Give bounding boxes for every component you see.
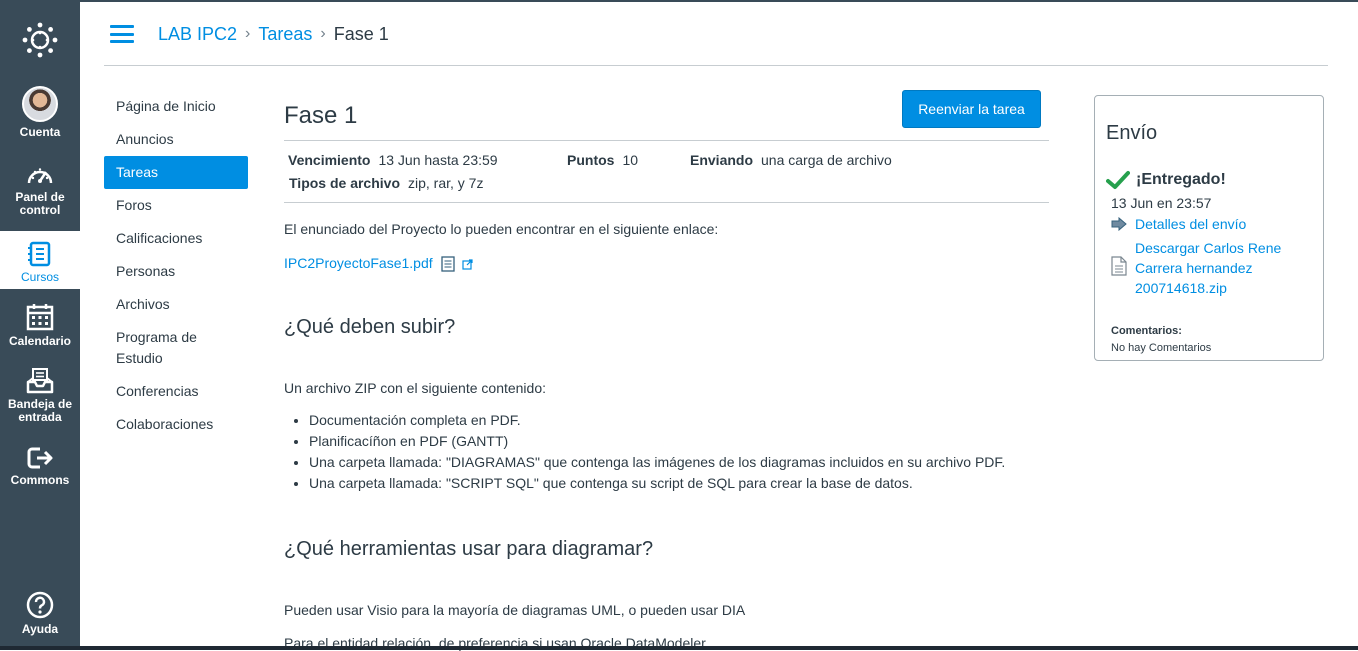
section-heading-upload: ¿Qué deben subir? <box>284 316 456 338</box>
course-nav: Página de Inicio Anuncios Tareas Foros C… <box>104 90 248 441</box>
avatar <box>22 86 58 122</box>
nav-calendar[interactable]: Calendario <box>0 303 80 349</box>
list-item: Planificacíñon en PDF (GANTT) <box>309 431 1005 452</box>
submitting-label: Enviando <box>690 152 754 168</box>
course-nav-collaborations[interactable]: Colaboraciones <box>104 408 248 441</box>
breadcrumb-current: Fase 1 <box>333 23 389 44</box>
file-types-value: zip, rar, y 7z <box>408 175 484 191</box>
breadcrumb-assignments-link[interactable]: Tareas <box>258 24 312 45</box>
list-item: Una carpeta llamada: "SCRIPT SQL" que co… <box>309 473 1005 494</box>
arrow-right-icon <box>1111 217 1127 231</box>
download-row: Descargar Carlos Rene Carrera hernandez … <box>1111 238 1295 298</box>
course-nav-discussions[interactable]: Foros <box>104 189 248 222</box>
section-heading-tools: ¿Qué herramientas usar para diagramar? <box>284 538 654 560</box>
bottom-border <box>0 646 1358 650</box>
course-nav-grades[interactable]: Calificaciones <box>104 222 248 255</box>
hamburger-menu-icon[interactable] <box>110 25 134 43</box>
dashboard-icon <box>27 168 53 184</box>
tools-text-uml: Pueden usar Visio para la mayoría de dia… <box>284 602 746 618</box>
submission-details-link[interactable]: Detalles del envío <box>1135 216 1246 232</box>
global-nav: Cuenta Panel de control Cursos Calendari… <box>0 0 80 650</box>
file-link[interactable]: IPC2ProyectoFase1.pdf <box>284 255 433 271</box>
points: Puntos 10 <box>567 152 638 168</box>
nav-commons-label: Commons <box>10 473 70 487</box>
nav-account[interactable]: Cuenta <box>0 86 80 144</box>
file-types: Tipos de archivo zip, rar, y 7z <box>289 175 483 191</box>
due-date: Vencimiento 13 Jun hasta 23:59 <box>288 152 498 168</box>
nav-inbox-label: Bandeja de entrada <box>7 397 73 424</box>
submission-title: Envío <box>1106 122 1158 144</box>
calendar-icon <box>26 304 54 331</box>
nav-commons[interactable]: Commons <box>0 446 80 488</box>
external-link-icon[interactable] <box>462 259 474 270</box>
due-value: 13 Jun hasta 23:59 <box>378 152 498 168</box>
top-border <box>0 0 1358 2</box>
submitting: Enviando una carga de archivo <box>690 152 892 168</box>
resubmit-button[interactable]: Reenviar la tarea <box>902 90 1041 128</box>
comments-label: Comentarios: <box>1111 325 1182 337</box>
course-nav-home[interactable]: Página de Inicio <box>104 90 248 123</box>
breadcrumb-separator: › <box>245 25 251 42</box>
nav-help-label: Ayuda <box>21 622 59 636</box>
contents-list: Documentación completa en PDF. Planifica… <box>309 410 1005 494</box>
preview-document-icon[interactable] <box>440 256 455 272</box>
document-icon <box>1111 256 1127 276</box>
nav-calendar-label: Calendario <box>8 334 71 348</box>
canvas-logo[interactable] <box>0 22 80 62</box>
help-icon <box>26 591 54 619</box>
intro-text: El enunciado del Proyecto lo pueden enco… <box>284 221 719 237</box>
course-nav-people[interactable]: Personas <box>104 255 248 288</box>
course-nav-files[interactable]: Archivos <box>104 288 248 321</box>
breadcrumb: LAB IPC2 › Tareas › Fase 1 <box>110 20 389 48</box>
course-nav-assignments[interactable]: Tareas <box>104 156 248 189</box>
nav-dashboard-label: Panel de control <box>15 190 65 217</box>
assignment-details: Vencimiento 13 Jun hasta 23:59 Puntos 10 E… <box>284 140 1049 203</box>
commons-icon <box>27 447 53 469</box>
list-item: Una carpeta llamada: "DIAGRAMAS" que con… <box>309 452 1005 473</box>
nav-dashboard[interactable]: Panel de control <box>0 163 80 223</box>
nav-courses-label: Cursos <box>20 270 59 284</box>
points-value: 10 <box>622 152 639 168</box>
list-item: Documentación completa en PDF. <box>309 410 1005 431</box>
canvas-logo-icon <box>22 22 58 58</box>
inbox-icon <box>26 368 54 394</box>
nav-account-label: Cuenta <box>19 125 61 139</box>
download-submission-link[interactable]: Descargar Carlos Rene Carrera hernandez … <box>1135 238 1295 298</box>
points-label: Puntos <box>567 152 615 168</box>
breadcrumb-course-link[interactable]: LAB IPC2 <box>158 24 237 45</box>
course-nav-conferences[interactable]: Conferencias <box>104 375 248 408</box>
breadcrumb-separator: › <box>320 25 326 42</box>
submitting-value: una carga de archivo <box>761 152 892 168</box>
course-nav-syllabus[interactable]: Programa de Estudio <box>104 321 248 375</box>
page-title: Fase 1 <box>284 102 358 129</box>
file-link-row: IPC2ProyectoFase1.pdf <box>284 255 474 272</box>
submission-status: ¡Entregado! <box>1106 170 1226 190</box>
submission-date: 13 Jun en 23:57 <box>1111 195 1212 211</box>
nav-help[interactable]: Ayuda <box>0 591 80 639</box>
course-nav-announcements[interactable]: Anuncios <box>104 123 248 156</box>
nav-inbox[interactable]: Bandeja de entrada <box>0 368 80 428</box>
header-divider <box>104 65 1328 66</box>
due-label: Vencimiento <box>288 152 371 168</box>
comments-value: No hay Comentarios <box>1111 342 1212 354</box>
submission-details-row: Detalles del envío <box>1111 216 1246 232</box>
file-types-label: Tipos de archivo <box>289 175 400 191</box>
zip-contents-text: Un archivo ZIP con el siguiente contenid… <box>284 380 547 396</box>
submission-panel: Envío ¡Entregado! 13 Jun en 23:57 Detall… <box>1094 95 1324 361</box>
courses-icon <box>28 241 51 267</box>
checkmark-icon <box>1106 171 1130 189</box>
submission-status-text: ¡Entregado! <box>1136 171 1226 188</box>
nav-courses[interactable]: Cursos <box>0 231 80 289</box>
